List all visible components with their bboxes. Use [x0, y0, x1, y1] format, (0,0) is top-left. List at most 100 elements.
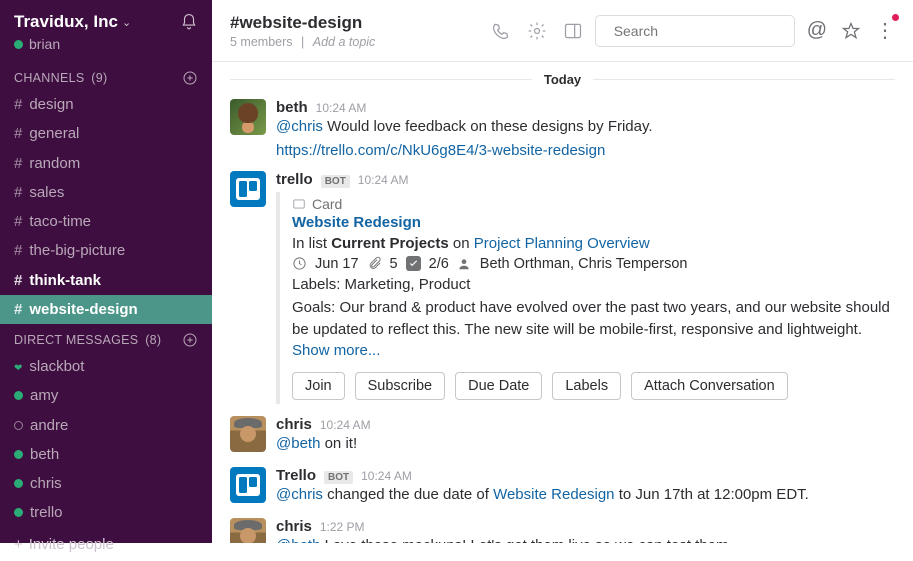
message: beth 10:24 AM @chris Would love feedback…	[230, 93, 895, 165]
sidebar-dm-andre[interactable]: andre	[0, 411, 212, 440]
hash-icon: #	[14, 93, 22, 116]
message: trello BOT 10:24 AM Card Website Redesig…	[230, 165, 895, 410]
notifications-icon[interactable]	[180, 13, 198, 31]
sidebar-dm-beth[interactable]: beth	[0, 440, 212, 469]
presence-dot-icon	[14, 355, 22, 378]
channels-label: CHANNELS	[14, 71, 84, 85]
channel-name: random	[29, 152, 80, 175]
checklist-progress: 2/6	[429, 256, 449, 272]
gear-icon[interactable]	[527, 21, 547, 41]
sidebar-dm-slackbot[interactable]: slackbot	[0, 352, 212, 381]
sidebar-channel-general[interactable]: #general	[0, 119, 212, 148]
add-dm-icon[interactable]	[182, 332, 198, 348]
hash-icon: #	[14, 152, 22, 175]
panel-icon[interactable]	[563, 21, 583, 41]
message-author[interactable]: Trello	[276, 467, 316, 484]
labels-button[interactable]: Labels	[552, 372, 621, 400]
presence-dot-icon	[14, 40, 23, 49]
members-icon	[457, 256, 472, 271]
mentions-icon[interactable]: @	[807, 19, 827, 42]
presence-dot-icon	[14, 391, 23, 400]
message-author[interactable]: chris	[276, 518, 312, 535]
more-icon[interactable]: ⋮	[875, 18, 895, 43]
phone-icon[interactable]	[491, 21, 511, 41]
show-more[interactable]: Show more...	[292, 342, 380, 359]
day-label: Today	[544, 72, 581, 87]
sidebar-channel-website-design[interactable]: #website-design	[0, 295, 212, 324]
sidebar-dm-chris[interactable]: chris	[0, 469, 212, 498]
checklist-icon	[406, 256, 421, 271]
attachment-icon	[367, 256, 382, 271]
avatar[interactable]	[230, 171, 266, 207]
trello-icon	[236, 474, 260, 496]
hash-icon: #	[14, 239, 22, 262]
card-icon	[292, 197, 306, 211]
card-location: In list Current Projects on Project Plan…	[292, 235, 895, 252]
sidebar-dm-trello[interactable]: trello	[0, 498, 212, 527]
hash-icon: #	[14, 210, 22, 233]
sidebar-channel-the-big-picture[interactable]: # the-big-picture	[0, 236, 212, 265]
join-button[interactable]: Join	[292, 372, 345, 400]
search-box[interactable]	[595, 15, 795, 47]
attach-conversation-button[interactable]: Attach Conversation	[631, 372, 788, 400]
channel-header: #website-design 5 members | Add a topic	[230, 13, 479, 49]
avatar[interactable]	[230, 467, 266, 503]
message-text: @beth on it!	[276, 433, 895, 455]
add-topic[interactable]: Add a topic	[313, 35, 376, 49]
card-title[interactable]: Website Redesign	[292, 214, 895, 231]
avatar[interactable]	[230, 99, 266, 135]
message-time: 10:24 AM	[358, 173, 409, 187]
search-input[interactable]	[614, 23, 795, 39]
message-time: 10:24 AM	[316, 101, 367, 115]
sidebar-channel-sales[interactable]: #sales	[0, 178, 212, 207]
sidebar-channel-design[interactable]: # design	[0, 90, 212, 119]
trello-icon	[236, 178, 260, 200]
sidebar-channel-taco-time[interactable]: #taco-time	[0, 207, 212, 236]
card-link[interactable]: Website Redesign	[493, 486, 614, 503]
trello-link[interactable]: https://trello.com/c/NkU6g8E4/3-website-…	[276, 142, 605, 159]
notification-badge	[892, 14, 899, 21]
bot-badge: BOT	[324, 471, 353, 484]
dm-name: slackbot	[29, 355, 84, 378]
board-link[interactable]: Project Planning Overview	[474, 235, 650, 252]
sidebar-channel-random[interactable]: # random	[0, 149, 212, 178]
sidebar-channel-think-tank[interactable]: #think-tank	[0, 266, 212, 295]
subscribe-button[interactable]: Subscribe	[355, 372, 445, 400]
due-date: Jun 17	[315, 256, 359, 272]
workspace-switcher[interactable]: Travidux, Inc ⌄	[14, 12, 131, 32]
workspace-name: Travidux, Inc	[14, 12, 118, 32]
channel-actions	[491, 21, 583, 41]
avatar[interactable]	[230, 416, 266, 452]
message-author[interactable]: trello	[276, 171, 313, 188]
star-icon[interactable]	[841, 21, 861, 41]
channel-title: #website-design	[230, 13, 479, 33]
dm-name: chris	[30, 472, 62, 495]
member-count[interactable]: 5 members	[230, 35, 293, 49]
add-channel-icon[interactable]	[182, 70, 198, 86]
channel-name: the-big-picture	[29, 239, 125, 262]
mention[interactable]: @chris	[276, 118, 323, 135]
presence-dot-icon	[14, 421, 23, 430]
bot-badge: BOT	[321, 175, 350, 188]
avatar[interactable]	[230, 518, 266, 544]
message-pane[interactable]: Today beth 10:24 AM @chris Would love fe…	[212, 62, 913, 543]
message-author[interactable]: chris	[276, 416, 312, 433]
dm-name: trello	[30, 501, 63, 524]
channel-name: design	[29, 93, 73, 116]
mention[interactable]: @chris	[276, 486, 323, 503]
hash-icon: #	[14, 298, 22, 321]
presence-dot-icon	[14, 508, 23, 517]
card-type: Card	[292, 196, 895, 212]
message-author[interactable]: beth	[276, 99, 308, 116]
mention[interactable]: @beth	[276, 435, 320, 452]
message: chris 1:22 PM @beth Love these mockups! …	[230, 512, 895, 544]
current-user[interactable]: brian	[0, 36, 212, 62]
mention[interactable]: @beth	[276, 537, 320, 544]
sidebar-dm-amy[interactable]: amy	[0, 381, 212, 410]
due-date-button[interactable]: Due Date	[455, 372, 542, 400]
invite-people[interactable]: +Invite people	[0, 528, 212, 561]
right-actions: @ ⋮	[807, 18, 895, 43]
dm-name: beth	[30, 443, 59, 466]
card-meta: Jun 17 5 2/6 Beth Orthman, Chris Tempers…	[292, 256, 895, 272]
plus-icon: +	[14, 536, 23, 553]
